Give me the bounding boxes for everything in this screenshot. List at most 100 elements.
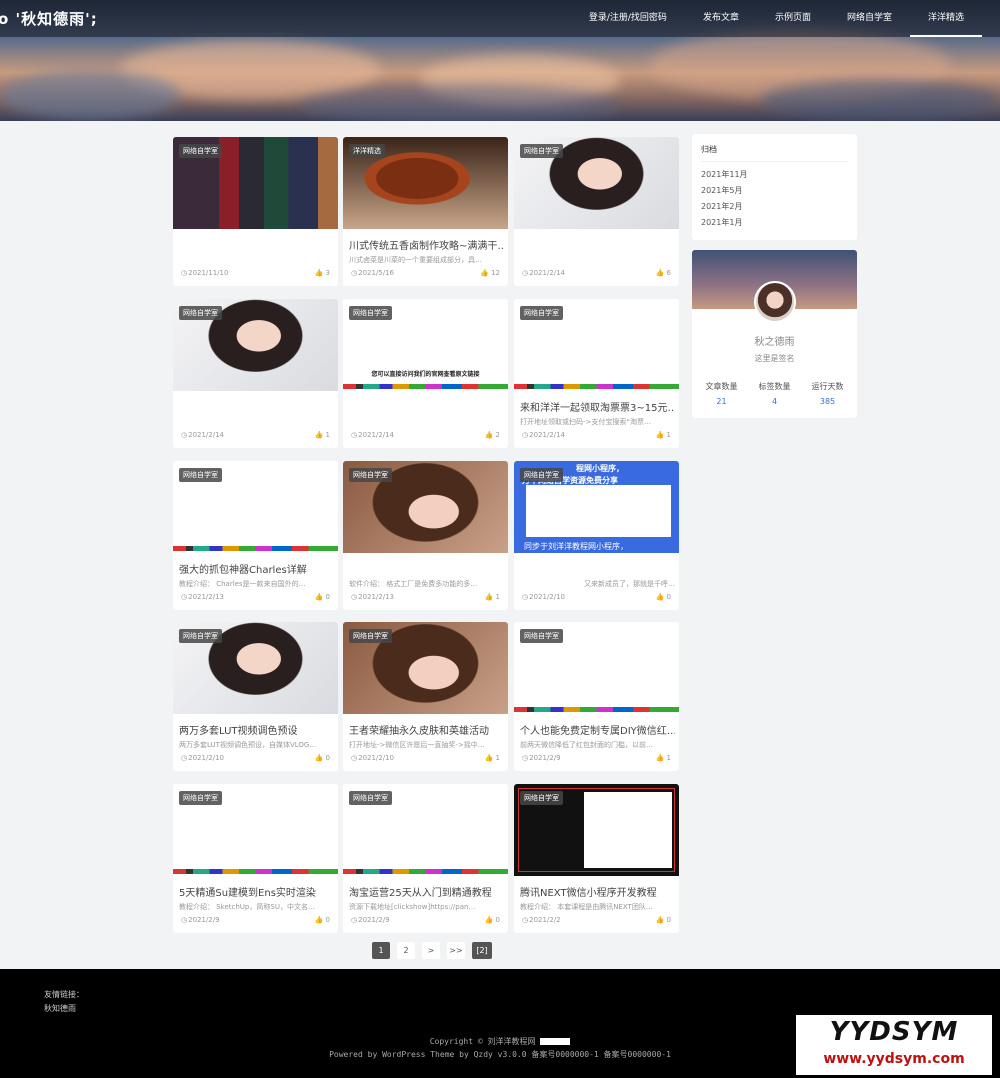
like-icon: 👍 (314, 754, 326, 762)
post-card[interactable]: 网络自学室 ◷2021/2/14 👍 1 (173, 299, 338, 448)
category-tag[interactable]: 网络自学室 (179, 144, 222, 158)
nav-self-study[interactable]: 网络自学室 (829, 0, 910, 37)
post-likes: 👍 12 (480, 269, 500, 277)
post-card[interactable]: 网络自学室 5天精通Su建模到Ens实时渲染 教程介绍： SketchUp，简称… (173, 784, 338, 933)
category-tag[interactable]: 网络自学室 (349, 791, 392, 805)
archive-link[interactable]: 2021年1月 (701, 217, 742, 228)
clock-icon: ◷ (522, 431, 529, 439)
archive-link[interactable]: 2021年11月 (701, 169, 748, 180)
like-icon: 👍 (484, 431, 496, 439)
thumbnail-whitebox (584, 792, 672, 868)
post-likes: 👍 0 (484, 916, 500, 924)
post-title[interactable]: 来和洋洋一起领取淘票票3~15元… (520, 399, 675, 414)
post-likes: 👍 1 (655, 431, 671, 439)
post-card[interactable]: 洋洋精选 川式传统五香卤制作攻略~满满干… 川式卤菜是川菜的一个重要组成部分，具… (343, 137, 508, 286)
post-excerpt: 又来新成员了，那就是千呼… (584, 580, 675, 588)
like-icon: 👍 (314, 431, 326, 439)
post-title[interactable]: 两万多套LUT视频调色预设 (179, 722, 334, 737)
post-title[interactable]: 强大的抓包神器Charles详解 (179, 561, 334, 576)
cnzz-badge-icon[interactable] (540, 1038, 571, 1045)
post-title[interactable]: 王者荣耀抽永久皮肤和英雄活动 (349, 722, 504, 737)
post-card[interactable]: 网络自学室 来和洋洋一起领取淘票票3~15元… 打开地址领取或扫码->支付宝搜索… (514, 299, 679, 448)
stat-days: 运行天数 385 (811, 382, 844, 406)
page-1-button[interactable]: 1 (372, 942, 390, 959)
post-likes: 👍 0 (655, 916, 671, 924)
post-card[interactable]: 程网小程序， 万千网络自学资源免费分享 同步于刘洋洋教程网小程序， 网络自学室 … (514, 461, 679, 610)
post-title[interactable]: 腾讯NEXT微信小程序开发教程 (520, 884, 675, 899)
category-tag[interactable]: 洋洋精选 (349, 144, 385, 158)
archive-title: 归档 (701, 145, 717, 154)
like-icon: 👍 (655, 593, 667, 601)
category-tag[interactable]: 网络自学室 (520, 629, 563, 643)
category-tag[interactable]: 网络自学室 (179, 629, 222, 643)
post-excerpt: 两万多套LUT视频调色预设，自媒体VLOG… (179, 741, 317, 749)
post-card[interactable]: 您可以直接访问我们的官网查看原文链接 网络自学室 ◷2021/2/14 👍 2 (343, 299, 508, 448)
clock-icon: ◷ (181, 269, 188, 277)
category-tag[interactable]: 网络自学室 (520, 468, 563, 482)
post-date: ◷2021/2/13 (181, 593, 225, 601)
category-tag[interactable]: 网络自学室 (520, 791, 563, 805)
nav-yangyang-picks[interactable]: 洋洋精选 (909, 0, 982, 37)
like-icon: 👍 (655, 916, 667, 924)
category-tag[interactable]: 网络自学室 (520, 144, 563, 158)
category-tag[interactable]: 网络自学室 (179, 791, 222, 805)
clock-icon: ◷ (522, 269, 529, 277)
post-excerpt: 前两天微信降低了红包封面的门槛，以前… (520, 741, 653, 749)
profile-name: 秋之德雨 (754, 337, 795, 348)
post-likes: 👍 0 (314, 916, 330, 924)
post-title[interactable]: 淘宝运营25天从入门到精通教程 (349, 884, 504, 899)
site-logo[interactable]: o '秋知德雨'; (0, 8, 98, 29)
clock-icon: ◷ (181, 431, 188, 439)
thumbnail-text: 程网小程序， (576, 464, 624, 473)
post-title[interactable]: 个人也能免费定制专属DIY微信红… (520, 722, 675, 737)
category-tag[interactable]: 网络自学室 (520, 306, 563, 320)
category-tag[interactable]: 网络自学室 (349, 306, 392, 320)
like-icon: 👍 (314, 269, 326, 277)
profile-widget: 秋之德雨 这里是签名 文章数量 21 标签数量 4 运行天数 385 (692, 250, 857, 418)
clock-icon: ◷ (351, 269, 358, 277)
post-card[interactable]: 网络自学室 强大的抓包神器Charles详解 教程介绍： Charles是一款来… (173, 461, 338, 610)
post-likes: 👍 1 (655, 754, 671, 762)
nav-login[interactable]: 登录/注册/找回密码 (571, 0, 685, 37)
post-card[interactable]: 网络自学室 个人也能免费定制专属DIY微信红… 前两天微信降低了红包封面的门槛，… (514, 622, 679, 771)
top-navbar: o '秋知德雨'; 登录/注册/找回密码 发布文章 示例页面 网络自学室 洋洋精… (0, 0, 1000, 37)
post-excerpt: 川式卤菜是川菜的一个重要组成部分，具… (349, 256, 482, 264)
thumbnail-caption: 您可以直接访问我们的官网查看原文链接 (371, 371, 480, 378)
post-likes: 👍 0 (314, 593, 330, 601)
like-icon: 👍 (484, 593, 496, 601)
page-2-button[interactable]: 2 (397, 942, 415, 959)
post-card[interactable]: 网络自学室 淘宝运营25天从入门到精通教程 资源下载地址[clickshow]h… (343, 784, 508, 933)
avatar[interactable] (754, 281, 796, 323)
post-date: ◷2021/2/2 (522, 916, 561, 924)
thumbnail-whitebox (526, 485, 671, 537)
thumbnail-banner (173, 546, 338, 551)
post-date: ◷2021/2/10 (351, 754, 395, 762)
post-date: ◷2021/2/9 (181, 916, 220, 924)
archive-link[interactable]: 2021年5月 (701, 185, 742, 196)
last-page-button[interactable]: >> (447, 942, 465, 959)
clock-icon: ◷ (351, 754, 358, 762)
friend-link[interactable]: 秋知德雨 (44, 1003, 76, 1014)
next-page-button[interactable]: > (422, 942, 440, 959)
thumbnail-banner (343, 869, 508, 874)
post-title[interactable]: 5天精通Su建模到Ens实时渲染 (179, 884, 334, 899)
post-card[interactable]: 网络自学室 王者荣耀抽永久皮肤和英雄活动 打开地址->微信区许愿后一直抽奖->摇… (343, 622, 508, 771)
post-excerpt: 教程介绍： 本套课程是由腾讯NEXT团队… (520, 903, 653, 911)
category-tag[interactable]: 网络自学室 (349, 629, 392, 643)
like-icon: 👍 (655, 754, 667, 762)
post-likes: 👍 2 (484, 431, 500, 439)
post-card[interactable]: 网络自学室 ◷2021/11/10 👍 3 (173, 137, 338, 286)
category-tag[interactable]: 网络自学室 (179, 306, 222, 320)
category-tag[interactable]: 网络自学室 (179, 468, 222, 482)
post-card[interactable]: 网络自学室 软件介绍： 格式工厂是免费多功能的多… ◷2021/2/13 👍 1 (343, 461, 508, 610)
category-tag[interactable]: 网络自学室 (349, 468, 392, 482)
archive-link[interactable]: 2021年2月 (701, 201, 742, 212)
post-card[interactable]: 网络自学室 ◷2021/2/14 👍 6 (514, 137, 679, 286)
post-card[interactable]: 网络自学室 腾讯NEXT微信小程序开发教程 教程介绍： 本套课程是由腾讯NEXT… (514, 784, 679, 933)
post-card[interactable]: 网络自学室 两万多套LUT视频调色预设 两万多套LUT视频调色预设，自媒体VLO… (173, 622, 338, 771)
post-likes: 👍 1 (484, 593, 500, 601)
nav-publish[interactable]: 发布文章 (685, 0, 757, 37)
post-title[interactable]: 川式传统五香卤制作攻略~满满干… (349, 237, 504, 252)
post-date: ◷2021/11/10 (181, 269, 229, 277)
nav-sample-page[interactable]: 示例页面 (757, 0, 829, 37)
